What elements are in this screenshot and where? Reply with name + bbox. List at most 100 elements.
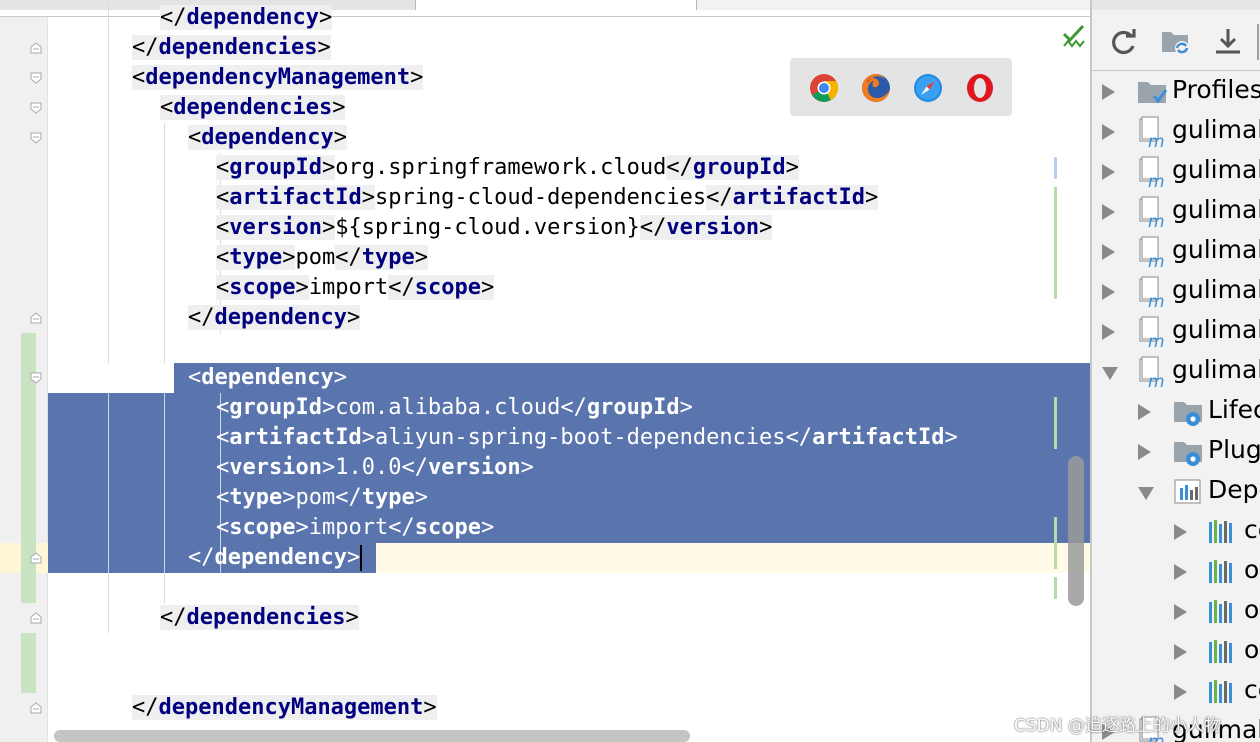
code-line[interactable]: <version>${spring-cloud.version}</versio… [48,213,773,243]
maven-tree-item[interactable]: m gulimal [1092,192,1260,232]
chrome-icon[interactable] [808,72,840,104]
maven-tree-item[interactable]: m gulimal [1092,312,1260,352]
change-stripe-marker[interactable] [1054,517,1057,569]
folder-profiles-icon [1136,76,1168,108]
chevron-right-icon[interactable] [1138,404,1151,420]
maven-tree-item[interactable]: co [1092,672,1260,712]
fold-collapse-icon[interactable] [30,702,42,714]
chevron-right-icon[interactable] [1174,564,1187,580]
code-line[interactable]: <dependency> [48,363,347,393]
maven-tree-item[interactable]: o [1092,632,1260,672]
chevron-right-icon[interactable] [1102,84,1115,100]
chevron-right-icon[interactable] [1174,604,1187,620]
chevron-right-icon[interactable] [1174,684,1187,700]
xml-tag: <groupId> [216,155,336,180]
generate-sources-icon[interactable] [1158,26,1194,58]
maven-tree-item[interactable]: o [1092,592,1260,632]
maven-tree-item[interactable]: o [1092,552,1260,592]
download-icon[interactable] [1210,26,1246,58]
code-line[interactable]: </dependencies> [48,33,331,63]
fold-collapse-icon[interactable] [30,612,42,624]
code-line[interactable]: <type>pom</type> [48,243,428,273]
code-line[interactable]: <dependencies> [48,93,346,123]
fold-expand-icon[interactable] [30,72,42,84]
svg-text:m: m [1148,292,1165,308]
code-line[interactable]: <artifactId>spring-cloud-dependencies</a… [48,183,879,213]
code-line[interactable] [48,633,104,663]
code-line[interactable]: <groupId>org.springframework.cloud</grou… [48,153,799,183]
chevron-right-icon[interactable] [1102,124,1115,140]
indent-guide [108,333,109,363]
fold-expand-icon[interactable] [30,102,42,114]
chevron-right-icon[interactable] [1102,284,1115,300]
code-line[interactable] [48,333,104,363]
code-editor[interactable]: </dependency> </dependencies> <dependencyM… [0,0,1090,742]
change-stripe-marker[interactable] [1054,187,1057,299]
chevron-right-icon[interactable] [1102,164,1115,180]
chevron-down-icon[interactable] [1138,487,1154,500]
xml-tag-name: version [229,215,322,240]
code-line[interactable]: </dependency> [48,303,361,333]
opera-icon[interactable] [964,72,996,104]
maven-tree-item[interactable]: m gulimal [1092,112,1260,152]
xml-tag-name: dependency [186,5,319,30]
maven-tree-item-label: Lifec [1208,395,1260,424]
maven-tree-item[interactable]: Lifec [1092,392,1260,432]
code-line[interactable]: </dependencies> [48,603,359,633]
code-line[interactable]: <dependency> [48,123,347,153]
code-line[interactable]: <type>pom</type> [48,483,428,513]
fold-collapse-icon[interactable] [30,552,42,564]
chevron-right-icon[interactable] [1174,524,1187,540]
vertical-scrollbar[interactable] [1068,456,1084,606]
editor-tab[interactable] [696,0,1090,10]
reload-icon[interactable] [1106,26,1142,58]
inspection-ok-icon[interactable] [1062,22,1086,48]
maven-tree-item-label: o [1244,555,1260,584]
chevron-right-icon[interactable] [1102,324,1115,340]
chevron-right-icon[interactable] [1102,244,1115,260]
vcs-change-marker[interactable] [21,633,36,693]
maven-tree-item[interactable]: m gulimal [1092,152,1260,192]
fold-collapse-icon[interactable] [30,312,42,324]
code-line[interactable]: </dependencyManagement> [48,693,437,723]
maven-tree-item-label: gulimal [1172,115,1260,144]
code-line[interactable]: </dependency> [48,543,363,573]
library-icon [1206,596,1238,628]
code-line[interactable] [48,663,104,693]
maven-tree-item[interactable]: Profiles [1092,72,1260,112]
chevron-down-icon[interactable] [1102,367,1118,380]
fold-expand-icon[interactable] [30,132,42,144]
chevron-right-icon[interactable] [1174,644,1187,660]
maven-tree-item-label: gulimal [1172,315,1260,344]
change-stripe-marker[interactable] [1054,157,1057,179]
code-line[interactable]: <version>1.0.0</version> [48,453,534,483]
code-line[interactable] [48,573,104,603]
change-stripe-marker[interactable] [1054,397,1057,449]
fold-collapse-icon[interactable] [30,42,42,54]
code-line[interactable]: <scope>import</scope> [48,513,494,543]
maven-tree-item[interactable]: co [1092,512,1260,552]
maven-module-icon: m [1136,156,1168,192]
code-line[interactable]: <dependencyManagement> [48,63,424,93]
code-line[interactable]: <artifactId>aliyun-spring-boot-dependenc… [48,423,958,453]
maven-tree-item[interactable]: Plug [1092,432,1260,472]
xml-text-value: org.springframework.cloud [335,155,667,180]
firefox-icon[interactable] [860,72,892,104]
code-line[interactable]: </dependency> [48,3,333,33]
xml-tag: </type> [335,245,428,270]
maven-tree-item[interactable]: m gulimal [1092,352,1260,392]
xml-tag: <dependencies> [160,95,346,120]
code-line[interactable]: <groupId>com.alibaba.cloud</groupId> [48,393,693,423]
xml-tag: </dependency> [188,305,361,330]
maven-tree-item[interactable]: Depe [1092,472,1260,512]
code-line[interactable]: <scope>import</scope> [48,273,495,303]
chevron-right-icon[interactable] [1138,444,1151,460]
safari-icon[interactable] [912,72,944,104]
change-stripe-marker[interactable] [1054,577,1057,599]
maven-tree-item[interactable]: m gulimal [1092,232,1260,272]
chevron-right-icon[interactable] [1102,204,1115,220]
xml-tag: </version> [639,215,773,240]
fold-expand-icon[interactable] [30,372,42,384]
maven-tree-item[interactable]: m gulimal [1092,272,1260,312]
horizontal-scrollbar[interactable] [54,730,690,742]
